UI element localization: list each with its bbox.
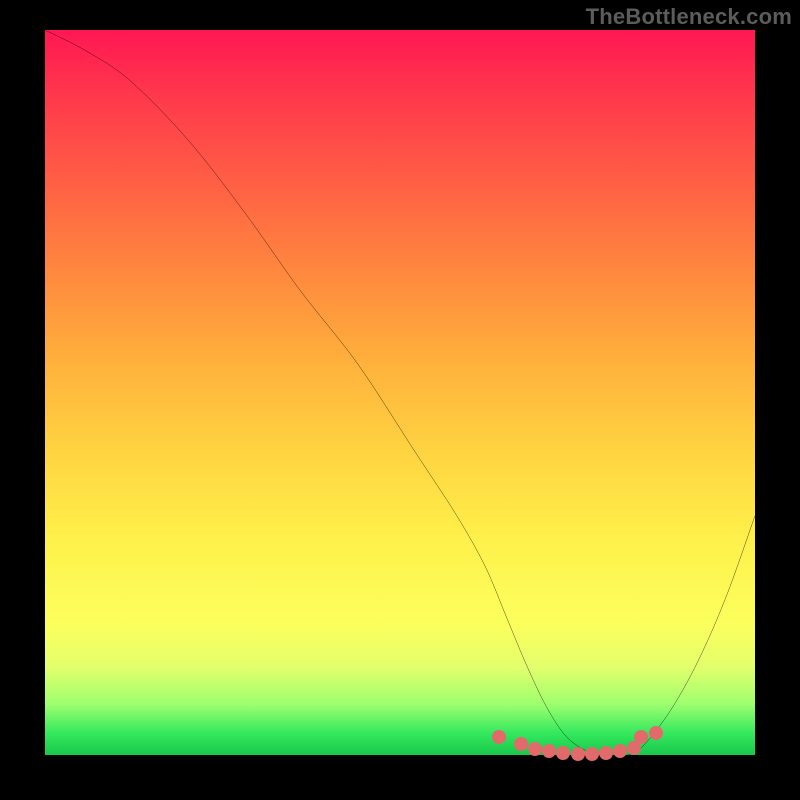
curve-marker [571, 747, 585, 761]
curve-marker [613, 744, 627, 758]
watermark-text: TheBottleneck.com [586, 4, 792, 30]
curve-marker [514, 737, 528, 751]
curve-marker [585, 747, 599, 761]
curve-marker [528, 742, 542, 756]
plot-area [45, 30, 755, 755]
curve-marker [492, 730, 506, 744]
curve-marker [542, 744, 556, 758]
chart-frame: TheBottleneck.com [0, 0, 800, 800]
curve-marker [649, 726, 663, 740]
curve-marker [599, 746, 613, 760]
curve-marker [634, 730, 648, 744]
curve-marker [556, 746, 570, 760]
marker-layer [45, 30, 755, 755]
